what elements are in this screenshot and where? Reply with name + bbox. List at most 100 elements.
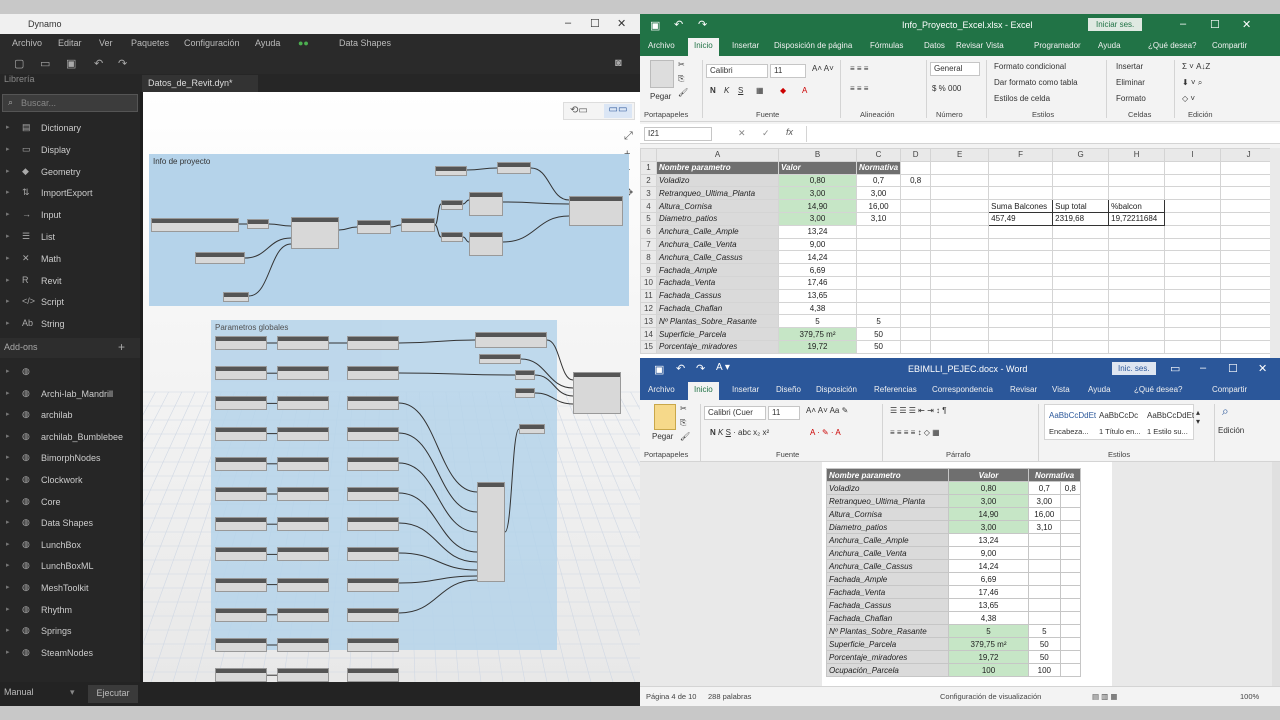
table-header-cell[interactable]: Nombre parametro [826,468,949,482]
table-cell[interactable] [1059,598,1082,612]
row-header[interactable]: 10 [640,275,657,290]
document-page[interactable]: Nombre parametro Valor Normativa Voladizo 0,… [822,462,1112,686]
cell[interactable] [1164,327,1222,341]
addon-item[interactable]: ▸ ◍ LunchBoxML [0,556,140,578]
menu-data-shapes[interactable]: Data Shapes [339,38,391,48]
cell[interactable] [1164,314,1222,329]
graph-node[interactable] [277,517,329,532]
cell[interactable]: 3,10 [855,211,902,226]
column-header[interactable]: F [988,148,1054,162]
cell[interactable] [900,160,932,175]
cell[interactable] [1108,275,1166,290]
table-cell[interactable]: Anchura_Calle_Venta [826,546,949,560]
graph-node[interactable] [277,396,329,411]
addon-item[interactable]: ▸ ◍ archilab [0,405,140,427]
search-input[interactable]: Buscar... [21,98,56,108]
cell[interactable] [1220,275,1278,290]
table-cell[interactable] [1059,559,1082,573]
addon-item[interactable]: ▸ ◍ Data Shapes [0,513,140,535]
graph-node[interactable] [151,218,239,232]
ribbon-tab-2[interactable]: Insertar [732,41,759,50]
table-cell[interactable] [1059,494,1082,508]
table-cell[interactable]: 379,75 m² [948,637,1029,651]
cell[interactable]: 2319,68 [1052,211,1110,226]
cell[interactable] [1220,173,1278,188]
graph-node[interactable] [347,336,399,350]
cell[interactable] [855,224,902,239]
table-cell[interactable]: 4,38 [948,611,1029,625]
row-header[interactable]: 1 [640,160,657,175]
close-icon[interactable]: ✕ [1258,362,1267,375]
table-cell[interactable]: 17,46 [948,585,1029,599]
table-cell[interactable]: 3,00 [948,494,1029,508]
column-header[interactable]: E [930,148,990,162]
menu-ayuda[interactable]: Ayuda [255,38,280,48]
cell[interactable]: 379,75 m² [778,327,857,341]
cell[interactable]: 5 [778,314,857,329]
graph-node[interactable] [515,370,535,380]
new-file-icon[interactable]: ▢ [14,57,24,70]
cell[interactable]: 5 [855,314,902,329]
table-cell[interactable]: 50 [1028,637,1061,651]
cell[interactable] [1052,301,1110,316]
graph-node[interactable] [347,668,399,682]
fill-icon[interactable]: ⬇ ˅ ⌕ [1182,78,1202,88]
table-cell[interactable]: 5 [948,624,1029,638]
table-cell[interactable]: 50 [1028,650,1061,664]
menu-configuracion[interactable]: Configuración [184,38,240,48]
minimize-icon[interactable]: – [565,17,571,29]
cell[interactable] [1052,224,1110,239]
cell[interactable]: 457,49 [988,211,1054,226]
cell[interactable] [930,263,990,277]
graph-node[interactable] [277,638,329,652]
toggle-icon[interactable]: ●● [298,38,309,48]
cell[interactable] [900,288,932,303]
cell[interactable] [1108,160,1166,175]
cell[interactable]: 9,00 [778,237,857,252]
table-cell[interactable]: 5 [1028,624,1061,638]
table-cell[interactable]: 13,65 [948,598,1029,612]
cell[interactable] [1164,301,1222,316]
table-cell[interactable]: 16,00 [1028,507,1061,521]
ribbon-tab-4[interactable]: Fórmulas [870,41,903,50]
table-cell[interactable]: Fachada_Ample [826,572,949,586]
column-header[interactable]: B [778,148,857,162]
cut-icon[interactable]: ✂ [678,60,685,69]
font-color-icon[interactable]: A [802,86,807,95]
cell[interactable]: 3,00 [855,186,902,201]
row-header[interactable]: 4 [640,199,657,213]
cell[interactable]: 50 [855,327,902,341]
row-header[interactable]: 2 [640,173,657,188]
redo-icon[interactable]: ↷ [698,18,707,31]
cell[interactable] [988,314,1054,329]
table-cell[interactable] [1028,598,1061,612]
cell[interactable] [1052,160,1110,175]
add-icon[interactable]: + [118,340,125,354]
graph-node[interactable] [347,638,399,652]
cell[interactable] [900,314,932,329]
cell[interactable] [900,186,932,201]
cell[interactable] [1164,186,1222,201]
graph-node[interactable] [277,607,329,622]
status-page[interactable]: Página 4 de 10 [646,692,696,701]
cell[interactable]: 50 [855,339,902,354]
cell[interactable] [1108,186,1166,201]
cell[interactable]: 6,69 [778,263,857,277]
format-cells-button[interactable]: Formato [1116,94,1146,103]
document-area[interactable]: Nombre parametro Valor Normativa Voladizo 0,… [640,462,1272,686]
table-cell[interactable]: Retranqueo_Ultima_Planta [826,494,949,508]
cell[interactable] [1164,275,1222,290]
cell[interactable] [1164,237,1222,252]
bold-button[interactable]: N [710,86,716,95]
run-button[interactable]: Ejecutar [88,685,138,703]
cell[interactable] [1220,186,1278,201]
cell[interactable] [900,263,932,277]
close-icon[interactable]: ✕ [1242,18,1251,31]
cell[interactable] [1164,250,1222,265]
cell[interactable] [1220,301,1278,316]
ribbon-tab-5[interactable]: Referencias [874,385,917,394]
cell[interactable] [988,160,1054,175]
formula-input[interactable] [806,126,1272,142]
graph-node[interactable] [215,366,267,381]
minimize-icon[interactable]: – [1180,18,1186,30]
